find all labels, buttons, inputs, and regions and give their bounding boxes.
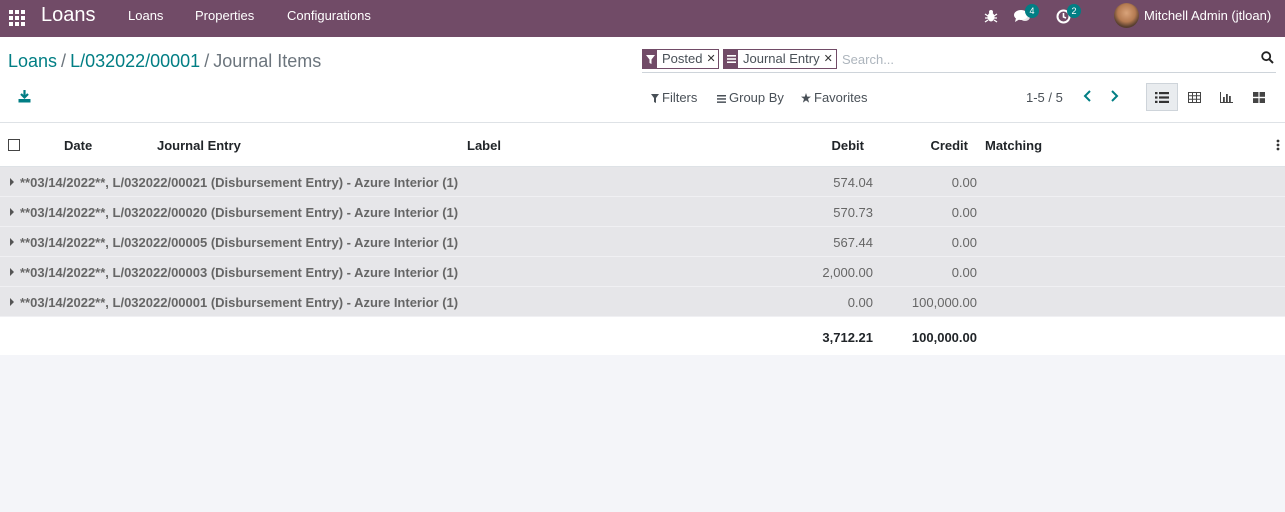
group-debit: 567.44 <box>833 235 873 250</box>
favorites-button[interactable]: Favorites <box>801 90 867 105</box>
group-row[interactable]: **03/14/2022**, L/032022/00005 (Disburse… <box>0 227 1285 257</box>
activities-count-badge: 2 <box>1067 4 1081 18</box>
facet-remove-icon[interactable]: ✕ <box>824 50 836 68</box>
pivot-view-button[interactable] <box>1178 83 1210 111</box>
total-credit: 100,000.00 <box>911 330 977 345</box>
menu-item-loans[interactable]: Loans <box>128 8 163 23</box>
bar-chart-icon <box>1219 91 1233 103</box>
group-row[interactable]: **03/14/2022**, L/032022/00021 (Disburse… <box>0 167 1285 197</box>
breadcrumb: Loans / L/032022/00001/Journal Items <box>8 51 321 72</box>
group-debit: 570.73 <box>833 205 873 220</box>
favorites-label: Favorites <box>814 90 868 105</box>
pivot-table-icon <box>1187 91 1201 103</box>
list-header: Date Journal Entry Label Debit Credit Ma… <box>0 123 1285 167</box>
filters-button[interactable]: Filters <box>651 90 697 105</box>
filters-label: Filters <box>662 90 698 105</box>
column-header-debit[interactable]: Debit <box>832 138 865 153</box>
export-download-icon[interactable] <box>18 90 31 106</box>
app-brand[interactable]: Loans <box>41 4 96 27</box>
messages-count-badge: 4 <box>1025 4 1039 18</box>
facet-posted-filter: Posted ✕ <box>642 49 720 69</box>
pager-next-icon[interactable] <box>1108 89 1120 106</box>
breadcrumb-item-loan-record[interactable]: L/032022/00001 <box>70 51 200 71</box>
column-header-credit[interactable]: Credit <box>930 138 968 153</box>
caret-right-icon <box>10 298 14 306</box>
kanban-view-button[interactable] <box>1243 83 1275 111</box>
group-label: **03/14/2022**, L/032022/00003 (Disburse… <box>20 265 459 280</box>
select-all-checkbox[interactable] <box>8 139 20 151</box>
messages-icon[interactable]: 4 <box>1014 4 1039 26</box>
graph-view-button[interactable] <box>1210 83 1242 111</box>
facet-value: Posted <box>662 51 703 66</box>
caret-right-icon <box>10 268 14 276</box>
group-credit: 0.00 <box>951 235 977 250</box>
pager-value[interactable]: 1-5 / 5 <box>1026 90 1063 105</box>
menu-item-properties[interactable]: Properties <box>195 8 254 23</box>
facet-remove-icon[interactable]: ✕ <box>706 50 718 68</box>
facet-journal-entry-groupby: Journal Entry ✕ <box>723 49 837 69</box>
search-icon[interactable] <box>1261 51 1274 67</box>
activities-clock-icon[interactable]: 2 <box>1056 4 1081 27</box>
group-debit: 0.00 <box>847 295 873 310</box>
breadcrumb-separator: / <box>61 51 67 71</box>
caret-right-icon <box>10 208 14 216</box>
group-row[interactable]: **03/14/2022**, L/032022/00020 (Disburse… <box>0 197 1285 227</box>
user-avatar[interactable] <box>1114 3 1139 28</box>
group-by-button[interactable]: Group By <box>717 90 784 105</box>
main-navbar: Loans Loans Properties Configurations 4 … <box>0 0 1285 37</box>
group-debit: 2,000.00 <box>822 265 873 280</box>
star-icon <box>801 93 811 103</box>
breadcrumb-separator: / <box>204 51 210 71</box>
column-header-matching[interactable]: Matching <box>985 138 1042 153</box>
group-by-icon <box>717 95 726 103</box>
group-label: **03/14/2022**, L/032022/00001 (Disburse… <box>20 295 459 310</box>
kanban-grid-icon <box>1253 91 1265 103</box>
group-credit: 100,000.00 <box>911 295 977 310</box>
breadcrumb-item-loans[interactable]: Loans <box>8 51 57 71</box>
filter-icon <box>643 50 657 68</box>
group-credit: 0.00 <box>951 205 977 220</box>
group-by-label: Group By <box>729 90 784 105</box>
group-label: **03/14/2022**, L/032022/00005 (Disburse… <box>20 235 459 250</box>
list-footer-totals: 3,712.21 100,000.00 <box>0 317 1285 355</box>
list-view-icon <box>1155 91 1169 103</box>
group-row[interactable]: **03/14/2022**, L/032022/00001 (Disburse… <box>0 287 1285 317</box>
user-menu[interactable]: Mitchell Admin (jtloan) <box>1144 8 1271 23</box>
list-view-button[interactable] <box>1146 83 1178 111</box>
optional-columns-icon[interactable] <box>1276 139 1280 154</box>
column-header-journal-entry[interactable]: Journal Entry <box>157 138 241 153</box>
total-debit: 3,712.21 <box>822 330 873 345</box>
group-label: **03/14/2022**, L/032022/00021 (Disburse… <box>20 175 459 190</box>
caret-right-icon <box>10 178 14 186</box>
menu-item-configurations[interactable]: Configurations <box>287 8 371 23</box>
search-bar: Posted ✕ Journal Entry ✕ <box>642 48 1276 73</box>
group-by-icon <box>724 50 738 68</box>
group-credit: 0.00 <box>951 175 977 190</box>
search-input[interactable] <box>842 50 1242 68</box>
group-credit: 0.00 <box>951 265 977 280</box>
caret-right-icon <box>10 238 14 246</box>
column-header-date[interactable]: Date <box>64 138 92 153</box>
filter-icon <box>651 94 659 103</box>
breadcrumb-current: Journal Items <box>213 51 322 71</box>
column-header-label[interactable]: Label <box>467 138 501 153</box>
journal-items-list: Date Journal Entry Label Debit Credit Ma… <box>0 123 1285 355</box>
control-panel: Loans / L/032022/00001/Journal Items Poste… <box>0 37 1285 123</box>
app-menu-icon[interactable] <box>8 9 26 27</box>
group-row[interactable]: **03/14/2022**, L/032022/00003 (Disburse… <box>0 257 1285 287</box>
group-label: **03/14/2022**, L/032022/00020 (Disburse… <box>20 205 459 220</box>
facet-value: Journal Entry <box>743 51 820 66</box>
pager-previous-icon[interactable] <box>1082 89 1094 106</box>
group-debit: 574.04 <box>833 175 873 190</box>
debug-bug-icon[interactable] <box>984 9 998 26</box>
